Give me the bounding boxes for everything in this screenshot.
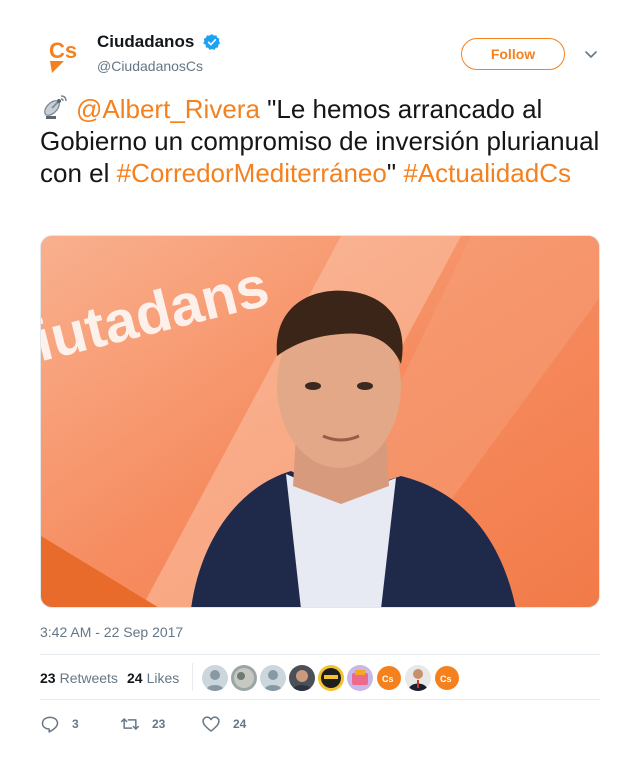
- tweet-actions: 3 23 24: [40, 712, 600, 736]
- likes-stat[interactable]: 24 Likes: [127, 670, 179, 686]
- hashtag-link-corredor[interactable]: #CorredorMediterráneo: [117, 158, 387, 188]
- author-handle[interactable]: @CiudadanosCs: [97, 58, 221, 74]
- svg-text:Cs: Cs: [49, 38, 77, 63]
- retweets-count: 23: [40, 670, 56, 686]
- ciudadanos-logo-icon: Cs: [40, 30, 88, 78]
- stats-divider: [192, 663, 193, 691]
- mention-link[interactable]: @Albert_Rivera: [76, 94, 260, 124]
- like-count: 24: [233, 717, 247, 731]
- satellite-antenna-icon: [44, 95, 67, 119]
- reply-icon: [41, 716, 59, 733]
- like-action[interactable]: 24: [201, 712, 246, 736]
- reply-action[interactable]: 3: [40, 712, 79, 736]
- retweets-label: Retweets: [59, 670, 118, 686]
- tweet-stats: 23 Retweets 24 Likes Cs Cs: [40, 654, 600, 700]
- svg-text:Cs: Cs: [382, 674, 394, 684]
- author-display-name[interactable]: Ciudadanos: [97, 32, 194, 52]
- tweet-header: Cs Ciudadanos @CiudadanosCs Follow: [40, 30, 600, 80]
- liker-avatar[interactable]: [289, 665, 315, 691]
- liker-avatar[interactable]: [202, 665, 228, 691]
- liker-avatar[interactable]: [260, 665, 286, 691]
- retweets-stat[interactable]: 23 Retweets: [40, 670, 118, 686]
- svg-text:Cs: Cs: [440, 674, 452, 684]
- tweet-text: @Albert_Rivera "Le hemos arrancado al Go…: [40, 92, 600, 189]
- liker-avatar[interactable]: Cs: [434, 665, 460, 691]
- chevron-down-icon[interactable]: [583, 46, 599, 62]
- likes-label: Likes: [146, 670, 180, 686]
- retweet-action[interactable]: 23: [120, 712, 165, 736]
- liker-avatar[interactable]: [405, 665, 431, 691]
- follow-button[interactable]: Follow: [461, 38, 565, 70]
- hashtag-link-actualidad[interactable]: #ActualidadCs: [403, 158, 571, 188]
- tweet-quote-end: ": [386, 158, 404, 188]
- liker-avatar[interactable]: [231, 665, 257, 691]
- author-names: Ciudadanos @CiudadanosCs: [97, 32, 221, 74]
- liker-avatar[interactable]: [318, 665, 344, 691]
- liker-avatar[interactable]: Cs: [376, 665, 402, 691]
- tweet-timestamp[interactable]: 3:42 AM - 22 Sep 2017: [40, 624, 183, 640]
- photo-speaker-image: iutadans: [41, 236, 599, 607]
- author-avatar[interactable]: Cs: [40, 30, 88, 78]
- tweet-photo[interactable]: iutadans: [40, 235, 600, 608]
- likes-count: 24: [127, 670, 143, 686]
- verified-badge-icon: [202, 34, 220, 50]
- liker-avatar[interactable]: [347, 665, 373, 691]
- reply-count: 3: [72, 717, 79, 731]
- retweet-icon: [120, 718, 140, 730]
- retweet-count: 23: [152, 717, 166, 731]
- heart-icon: [202, 716, 220, 732]
